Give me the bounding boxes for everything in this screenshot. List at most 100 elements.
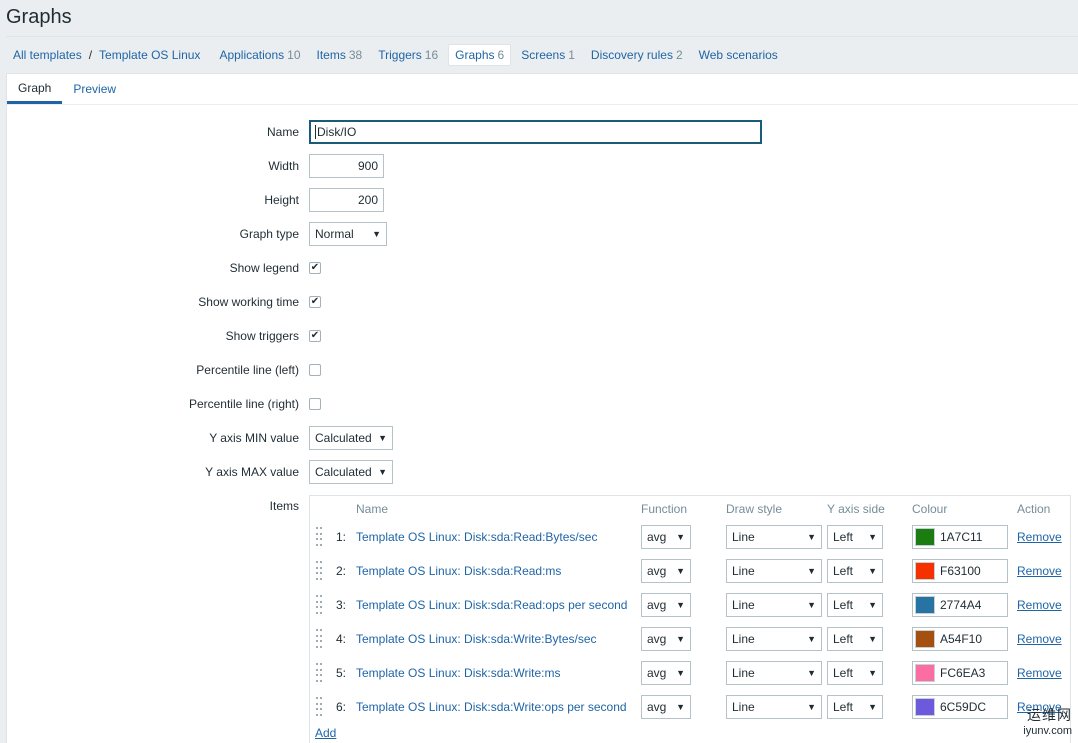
breadcrumb-all-templates[interactable]: All templates	[8, 48, 87, 62]
item-y-axis-side-select[interactable]: Left ▼	[827, 627, 883, 651]
tab-discovery-rules[interactable]: Discovery rules 2	[585, 45, 689, 65]
ymax-select[interactable]: Calculated ▼	[309, 460, 393, 484]
graph-items-table: Name Function Draw style Y axis side Col…	[309, 495, 1071, 743]
watermark-bottom: iyunv.com	[1023, 725, 1072, 737]
item-name-link[interactable]: Template OS Linux: Disk:sda:Read:ops per…	[356, 598, 627, 612]
table-row: 3: Template OS Linux: Disk:sda:Read:ops p…	[310, 588, 1070, 622]
drag-handle-icon[interactable]	[316, 629, 322, 649]
colour-swatch[interactable]	[915, 698, 935, 716]
item-function-select[interactable]: avg ▼	[641, 695, 691, 719]
item-function-select[interactable]: avg ▼	[641, 593, 691, 617]
name-label: Name	[266, 125, 299, 139]
colour-swatch[interactable]	[915, 664, 935, 682]
ymax-label: Y axis MAX value	[205, 465, 299, 479]
item-function-select[interactable]: avg ▼	[641, 661, 691, 685]
drag-handle-icon[interactable]	[316, 561, 322, 581]
item-name-link[interactable]: Template OS Linux: Disk:sda:Write:ops pe…	[356, 700, 627, 714]
tab-triggers[interactable]: Triggers 16	[372, 45, 444, 65]
colour-swatch[interactable]	[915, 562, 935, 580]
item-number: 5:	[336, 666, 347, 680]
item-colour-picker[interactable]: 2774A4	[912, 593, 1008, 617]
item-draw-style-select[interactable]: Line ▼	[726, 525, 822, 549]
site-watermark: 运维网 iyunv.com	[1023, 705, 1072, 737]
tab-web-scenarios[interactable]: Web scenarios	[693, 45, 784, 65]
colour-swatch[interactable]	[915, 596, 935, 614]
item-remove-link[interactable]: Remove	[1017, 632, 1062, 646]
col-header-function: Function	[641, 502, 688, 516]
colour-swatch[interactable]	[915, 630, 935, 648]
triangle-down-icon: ▼	[807, 668, 816, 678]
item-draw-style-select[interactable]: Line ▼	[726, 593, 822, 617]
item-colour-picker[interactable]: FC6EA3	[912, 661, 1008, 685]
ymin-select[interactable]: Calculated ▼	[309, 426, 393, 450]
item-y-axis-side-select[interactable]: Left ▼	[827, 695, 883, 719]
triangle-down-icon: ▼	[807, 634, 816, 644]
drag-handle-icon[interactable]	[316, 697, 322, 717]
triangle-down-icon: ▼	[807, 566, 816, 576]
item-draw-style-select[interactable]: Line ▼	[726, 695, 822, 719]
drag-handle-icon[interactable]	[316, 595, 322, 615]
form-subtabs: Graph Preview	[7, 74, 1078, 105]
drag-handle-icon[interactable]	[316, 527, 322, 547]
show-legend-checkbox[interactable]: ✔	[309, 262, 321, 274]
triangle-down-icon: ▼	[676, 634, 685, 644]
item-name-link[interactable]: Template OS Linux: Disk:sda:Write:ms	[356, 666, 561, 680]
item-name-link[interactable]: Template OS Linux: Disk:sda:Write:Bytes/…	[356, 632, 597, 646]
width-input[interactable]: 900	[309, 154, 384, 178]
col-header-name: Name	[356, 502, 389, 516]
subtab-preview[interactable]: Preview	[62, 82, 127, 104]
show-triggers-checkbox[interactable]: ✔	[309, 330, 321, 342]
table-row: 6: Template OS Linux: Disk:sda:Write:ops …	[310, 690, 1070, 724]
item-colour-picker[interactable]: A54F10	[912, 627, 1008, 651]
height-input[interactable]: 200	[309, 188, 384, 212]
item-function-select[interactable]: avg ▼	[641, 525, 691, 549]
triangle-down-icon: ▼	[807, 702, 816, 712]
item-remove-link[interactable]: Remove	[1017, 530, 1062, 544]
item-y-axis-side-select[interactable]: Left ▼	[827, 593, 883, 617]
tab-screens[interactable]: Screens 1	[515, 45, 581, 65]
item-colour-picker[interactable]: 1A7C11	[912, 525, 1008, 549]
item-name-link[interactable]: Template OS Linux: Disk:sda:Read:Bytes/s…	[356, 530, 597, 544]
template-nav-bar: All templates / Template OS Linux Applic…	[6, 36, 1078, 73]
item-function-select[interactable]: avg ▼	[641, 627, 691, 651]
item-y-axis-side-select[interactable]: Left ▼	[827, 525, 883, 549]
triangle-down-icon: ▼	[868, 634, 877, 644]
item-draw-style-select[interactable]: Line ▼	[726, 559, 822, 583]
percentile-left-label: Percentile line (left)	[196, 363, 299, 377]
triangle-down-icon: ▼	[868, 600, 877, 610]
add-item-link[interactable]: Add	[315, 726, 336, 740]
drag-handle-icon[interactable]	[316, 663, 322, 683]
tab-applications[interactable]: Applications 10	[213, 45, 306, 65]
show-working-time-label: Show working time	[198, 295, 299, 309]
triangle-down-icon: ▼	[807, 532, 816, 542]
table-row: 5: Template OS Linux: Disk:sda:Write:ms av…	[310, 656, 1070, 690]
percentile-right-checkbox[interactable]	[309, 398, 321, 410]
item-y-axis-side-select[interactable]: Left ▼	[827, 661, 883, 685]
triangle-down-icon: ▼	[378, 433, 387, 443]
percentile-left-checkbox[interactable]	[309, 364, 321, 376]
breadcrumb-template[interactable]: Template OS Linux	[94, 48, 205, 62]
item-draw-style-select[interactable]: Line ▼	[726, 661, 822, 685]
name-input[interactable]: Disk/IO	[309, 120, 762, 144]
graph-type-label: Graph type	[239, 227, 299, 241]
item-draw-style-select[interactable]: Line ▼	[726, 627, 822, 651]
show-working-time-checkbox[interactable]: ✔	[309, 296, 321, 308]
item-y-axis-side-select[interactable]: Left ▼	[827, 559, 883, 583]
item-name-link[interactable]: Template OS Linux: Disk:sda:Read:ms	[356, 564, 561, 578]
triangle-down-icon: ▼	[868, 668, 877, 678]
item-remove-link[interactable]: Remove	[1017, 564, 1062, 578]
tab-items[interactable]: Items 38	[311, 45, 369, 65]
item-function-select[interactable]: avg ▼	[641, 559, 691, 583]
tab-graphs[interactable]: Graphs 6	[448, 44, 512, 66]
item-colour-picker[interactable]: F63100	[912, 559, 1008, 583]
item-remove-link[interactable]: Remove	[1017, 598, 1062, 612]
subtab-graph[interactable]: Graph	[7, 81, 63, 104]
item-remove-link[interactable]: Remove	[1017, 666, 1062, 680]
triangle-down-icon: ▼	[372, 229, 381, 239]
watermark-top: 运维网	[1027, 707, 1072, 723]
item-number: 4:	[336, 632, 347, 646]
graph-type-select[interactable]: Normal ▼	[309, 222, 387, 246]
checkmark-icon: ✔	[310, 296, 320, 307]
colour-swatch[interactable]	[915, 528, 935, 546]
item-colour-picker[interactable]: 6C59DC	[912, 695, 1008, 719]
